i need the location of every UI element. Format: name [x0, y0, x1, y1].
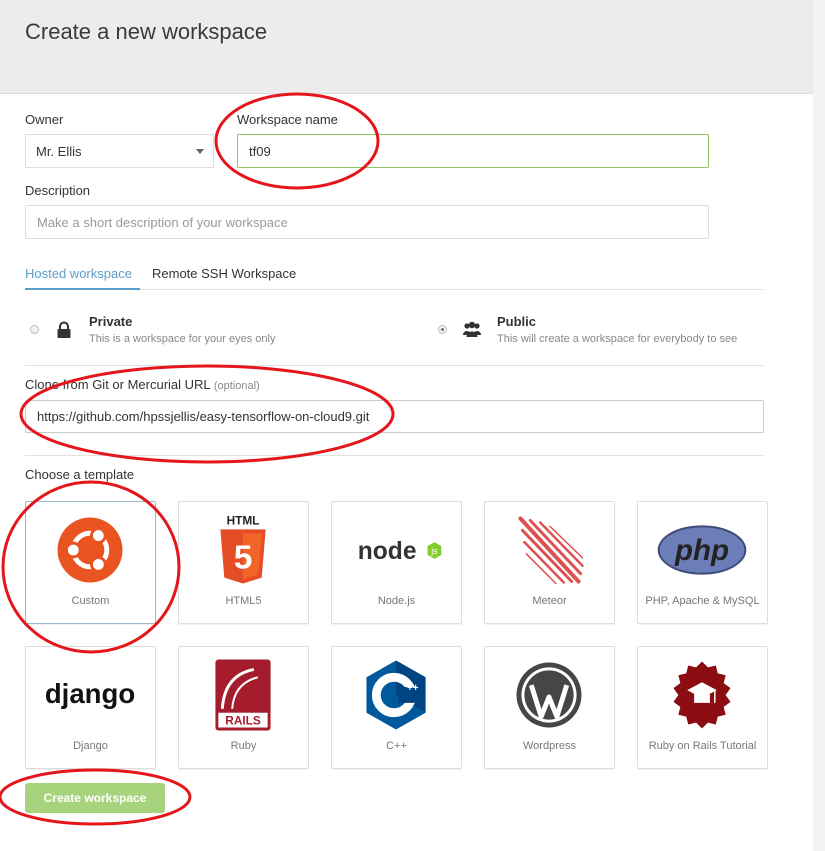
template-ruby[interactable]: RAILS Ruby	[178, 646, 309, 769]
wordpress-icon	[516, 662, 582, 728]
tab-hosted-workspace[interactable]: Hosted workspace	[25, 266, 132, 281]
template-cpp[interactable]: ++ C++	[331, 646, 462, 769]
nodejs-icon: node js	[358, 538, 442, 565]
page-header: Create a new workspace	[0, 0, 813, 94]
create-workspace-button[interactable]: Create workspace	[25, 783, 165, 813]
template-name: Custom	[71, 595, 110, 607]
description-label: Description	[25, 183, 91, 198]
template-name: PHP, Apache & MySQL	[645, 595, 760, 607]
template-name: Django	[73, 740, 108, 752]
rails-logo-text: RAILS	[225, 714, 261, 728]
template-wordpress[interactable]: Wordpress	[484, 646, 615, 769]
template-django[interactable]: django Django	[25, 646, 156, 769]
description-input[interactable]: Make a short description of your workspa…	[25, 205, 709, 239]
rails-icon: RAILS	[215, 659, 271, 731]
scrollbar-track[interactable]	[813, 0, 825, 851]
clone-url-value: https://github.com/hpssjellis/easy-tenso…	[37, 409, 370, 424]
template-name: C++	[386, 740, 407, 752]
workspace-name-input[interactable]: tf09	[237, 134, 709, 168]
template-label: Choose a template	[25, 467, 135, 482]
template-name: Ruby	[230, 740, 257, 752]
node-logo-text: node	[358, 538, 417, 565]
html5-logo-text: HTML	[227, 513, 260, 527]
chevron-down-icon	[196, 149, 204, 154]
template-name: HTML5	[225, 595, 262, 607]
cpp-icon: ++	[366, 660, 426, 730]
public-title: Public	[497, 314, 537, 329]
template-name: Meteor	[532, 595, 567, 607]
owner-value: Mr. Ellis	[36, 143, 82, 159]
clone-url-input[interactable]: https://github.com/hpssjellis/easy-tenso…	[25, 400, 764, 433]
lock-icon	[57, 321, 71, 338]
private-radio[interactable]	[30, 325, 39, 334]
clone-divider	[25, 455, 764, 456]
tab-remote-ssh-workspace[interactable]: Remote SSH Workspace	[152, 266, 296, 281]
ubuntu-icon	[57, 517, 123, 583]
visibility-divider	[25, 365, 764, 366]
cpp-logo-plus: ++	[407, 683, 419, 694]
users-icon	[463, 321, 481, 337]
php-logo-text: php	[674, 534, 729, 567]
description-placeholder: Make a short description of your workspa…	[37, 214, 288, 230]
html5-logo-digit: 5	[234, 540, 253, 577]
private-title: Private	[89, 314, 133, 329]
meteor-icon	[518, 516, 584, 585]
template-nodejs[interactable]: node js Node.js	[331, 501, 462, 624]
template-name: Ruby on Rails Tutorial	[648, 740, 757, 752]
public-radio[interactable]	[438, 325, 447, 334]
workspace-name-label: Workspace name	[237, 112, 338, 127]
workspace-name-value: tf09	[249, 143, 271, 159]
template-name: Wordpress	[523, 740, 576, 752]
template-html5[interactable]: HTML 5 HTML5	[178, 501, 309, 624]
template-custom[interactable]: Custom	[25, 501, 156, 624]
private-description: This is a workspace for your eyes only	[89, 333, 276, 345]
django-icon: django	[45, 678, 135, 709]
html5-icon: HTML 5	[220, 513, 266, 584]
clone-url-label-text: Clone from Git or Mercurial URL	[25, 377, 211, 392]
node-logo-js: js	[430, 546, 438, 556]
public-description: This will create a workspace for everybo…	[497, 333, 738, 345]
django-logo-text: django	[45, 678, 135, 709]
template-meteor[interactable]: Meteor	[484, 501, 615, 624]
owner-select[interactable]: Mr. Ellis	[25, 134, 214, 168]
php-icon: php	[657, 525, 747, 575]
template-rails-tutorial[interactable]: Ruby on Rails Tutorial	[637, 646, 768, 769]
optional-tag: (optional)	[213, 380, 260, 392]
page-title: Create a new workspace	[25, 19, 268, 44]
rails-tutorial-icon	[673, 661, 731, 729]
template-name: Node.js	[377, 595, 416, 607]
owner-label: Owner	[25, 112, 64, 127]
template-php[interactable]: php PHP, Apache & MySQL	[637, 501, 768, 624]
active-tab-indicator	[25, 288, 140, 290]
clone-url-label: Clone from Git or Mercurial URL (optiona…	[25, 377, 260, 392]
